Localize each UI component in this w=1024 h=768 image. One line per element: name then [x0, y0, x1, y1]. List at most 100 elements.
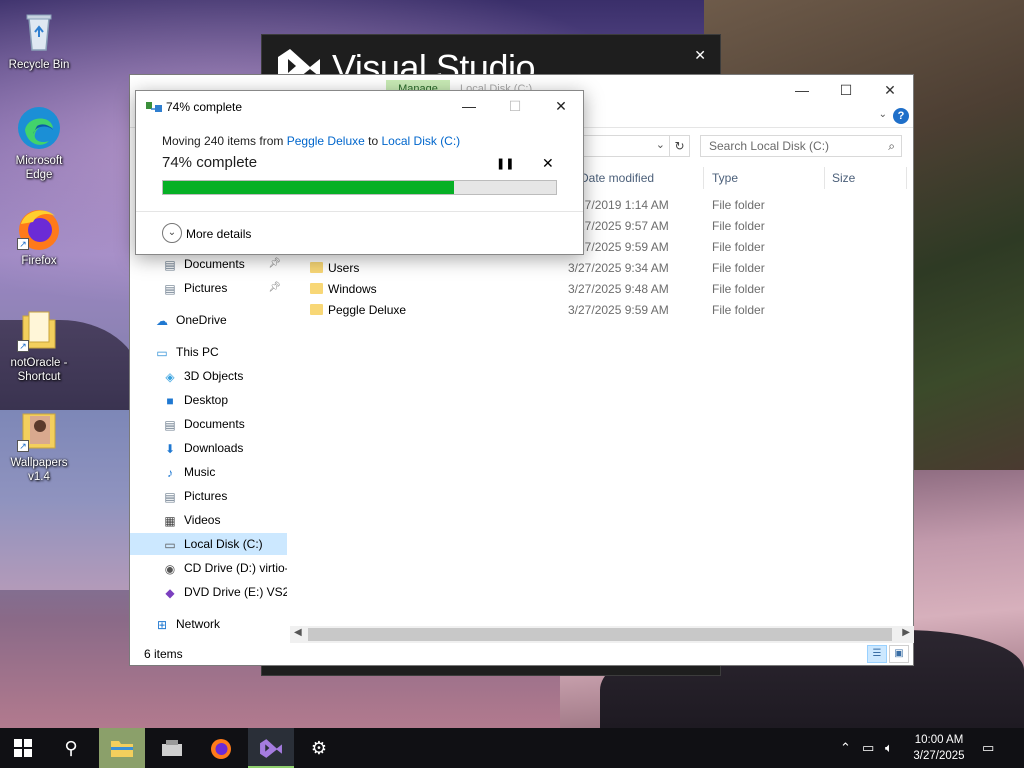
scroll-right-icon[interactable]: ▶ — [902, 627, 910, 638]
desktop-icon-wallpapers[interactable]: ↗ Wallpapers v1.4 — [2, 406, 76, 484]
folder-shortcut-icon: ↗ — [15, 306, 63, 354]
horizontal-scrollbar[interactable]: ◀ ▶ — [290, 626, 914, 643]
nav-item-label: Music — [184, 465, 216, 479]
file-explorer-icon[interactable] — [99, 728, 145, 768]
notifications-icon[interactable]: ▭ — [982, 728, 994, 768]
dialog-close-button[interactable]: ✕ — [546, 95, 576, 117]
column-divider[interactable] — [906, 167, 907, 189]
nav-item-3d-objects[interactable]: ◈ 3D Objects — [130, 365, 287, 387]
visual-studio-icon[interactable] — [248, 728, 294, 768]
column-divider[interactable] — [824, 167, 825, 189]
column-header-date[interactable]: Date modified — [580, 167, 654, 189]
cd-drive-icon: ◉ — [164, 561, 176, 576]
details-view-button[interactable]: ☰ — [867, 645, 887, 663]
nav-item-videos[interactable]: ▦ Videos — [130, 509, 287, 531]
nav-item-label: Pictures — [184, 489, 228, 503]
nav-item-local-disk[interactable]: ▭ Local Disk (C:) — [130, 533, 287, 555]
column-divider[interactable] — [703, 167, 704, 189]
file-type: File folder — [712, 261, 765, 275]
file-date: 3/27/2025 9:34 AM — [568, 261, 669, 275]
desktop-icon-firefox[interactable]: ↗ Firefox — [2, 204, 76, 268]
firefox-icon[interactable] — [198, 728, 244, 768]
help-icon[interactable]: ? — [893, 108, 909, 124]
file-name: Peggle Deluxe — [328, 303, 407, 317]
nav-item-downloads[interactable]: ⬇ Downloads — [130, 437, 287, 459]
nav-item-onedrive[interactable]: ☁ OneDrive — [130, 309, 287, 331]
file-date: 3/27/2025 9:59 AM — [568, 303, 669, 317]
large-icons-view-button[interactable]: ▣ — [889, 645, 909, 663]
folder-icon — [310, 304, 323, 315]
nav-item-label: Documents — [184, 257, 245, 271]
more-details-button[interactable]: More details — [186, 227, 251, 241]
dialog-divider — [136, 211, 583, 212]
ribbon-expand-icon[interactable]: ⌄ — [879, 109, 887, 120]
file-row[interactable]: Users 3/27/2025 9:34 AM File folder — [308, 258, 868, 279]
desktop-icon-notoracle-shortcut[interactable]: ↗ notOracle - Shortcut — [2, 306, 76, 384]
search-icon[interactable]: ⚲ — [48, 728, 94, 768]
desktop-icon-label: Wallpapers v1.4 — [10, 457, 68, 483]
file-name: Users — [328, 261, 360, 275]
file-name: Windows — [328, 282, 377, 296]
nav-item-label: 3D Objects — [184, 369, 244, 383]
network-icon: ⊞ — [156, 617, 168, 632]
column-header-size[interactable]: Size — [832, 167, 855, 189]
show-hidden-icons-chevron-icon[interactable]: ⌃ — [840, 728, 851, 768]
cancel-button[interactable]: ✕ — [542, 155, 554, 172]
downloads-icon: ⬇ — [164, 441, 176, 456]
volume-muted-icon[interactable]: 🔈︎ — [885, 728, 893, 768]
clock[interactable]: 10:00 AM 3/27/2025 — [906, 732, 972, 764]
source-link[interactable]: Peggle Deluxe — [287, 134, 365, 148]
nav-item-label: OneDrive — [176, 313, 227, 327]
pin-icon[interactable]: 📌︎ — [268, 253, 281, 275]
vs-close-button[interactable]: ✕ — [694, 47, 706, 64]
scrollbar-thumb[interactable] — [308, 628, 892, 641]
dialog-minimize-button[interactable]: — — [454, 95, 484, 117]
address-dropdown-icon[interactable]: ⌄ — [656, 138, 665, 151]
dialog-title: 74% complete — [166, 100, 243, 114]
desktop-icon-label: Recycle Bin — [8, 59, 70, 71]
refresh-button[interactable]: ↻ — [670, 135, 690, 157]
nav-item-network[interactable]: ⊞ Network — [130, 613, 287, 635]
file-type: File folder — [712, 219, 765, 233]
taskbar[interactable]: ⚲ ⚙ ⌃ ▭ 🔈︎ 10:00 AM 3/27/2025 ▭ — [0, 728, 1024, 768]
nav-item-pictures[interactable]: ▤ Pictures — [130, 485, 287, 507]
search-input[interactable]: Search Local Disk (C:) ⌕ — [700, 135, 902, 157]
start-icon[interactable] — [0, 728, 46, 768]
column-header-type[interactable]: Type — [712, 167, 738, 189]
explorer-minimize-button[interactable]: — — [788, 80, 816, 100]
destination-link[interactable]: Local Disk (C:) — [382, 134, 461, 148]
desktop-icon-label: Firefox — [21, 255, 57, 267]
nav-item-dvd-drive[interactable]: ◆ DVD Drive (E:) VS20 — [130, 581, 287, 603]
pause-button[interactable]: ❚❚ — [496, 157, 514, 170]
clock-time: 10:00 AM — [914, 734, 964, 746]
nav-item-documents[interactable]: ▤ Documents — [130, 413, 287, 435]
nav-item-label: Downloads — [184, 441, 244, 455]
move-progress-dialog[interactable]: 74% complete — ☐ ✕ Moving 240 items from… — [135, 90, 584, 255]
nav-item-documents-quick[interactable]: ▤ Documents 📌︎ — [130, 253, 287, 275]
file-row[interactable]: Peggle Deluxe 3/27/2025 9:59 AM File fol… — [308, 300, 868, 321]
explorer-maximize-button[interactable]: ☐ — [832, 80, 860, 100]
chevron-down-icon[interactable]: ⌄ — [162, 223, 182, 243]
file-type: File folder — [712, 303, 765, 317]
scroll-left-icon[interactable]: ◀ — [294, 627, 302, 638]
desktop-icon-recycle-bin[interactable]: Recycle Bin — [2, 8, 76, 72]
nav-item-music[interactable]: ♪ Music — [130, 461, 287, 483]
firefox-icon: ↗ — [15, 204, 63, 252]
desktop-icon-edge[interactable]: Microsoft Edge — [2, 104, 76, 182]
nav-item-pictures-quick[interactable]: ▤ Pictures 📌︎ — [130, 277, 287, 299]
nav-item-desktop[interactable]: ■ Desktop — [130, 389, 287, 411]
edge-icon — [15, 104, 63, 152]
store-icon[interactable] — [149, 728, 195, 768]
file-date: 3/27/2025 9:48 AM — [568, 282, 669, 296]
desktop-icon: ■ — [166, 393, 174, 408]
settings-icon[interactable]: ⚙ — [296, 728, 342, 768]
recycle-bin-icon — [15, 8, 63, 56]
nav-item-cd-drive[interactable]: ◉ CD Drive (D:) virtio- — [130, 557, 287, 579]
explorer-close-button[interactable]: ✕ — [876, 80, 904, 100]
network-status-icon[interactable]: ▭ — [862, 728, 874, 768]
pin-icon[interactable]: 📌︎ — [268, 277, 281, 299]
file-row[interactable]: Windows 3/27/2025 9:48 AM File folder — [308, 279, 868, 300]
nav-item-this-pc[interactable]: ▭ This PC — [130, 341, 287, 363]
progress-bar — [162, 180, 557, 195]
dvd-drive-icon: ◆ — [165, 585, 175, 600]
